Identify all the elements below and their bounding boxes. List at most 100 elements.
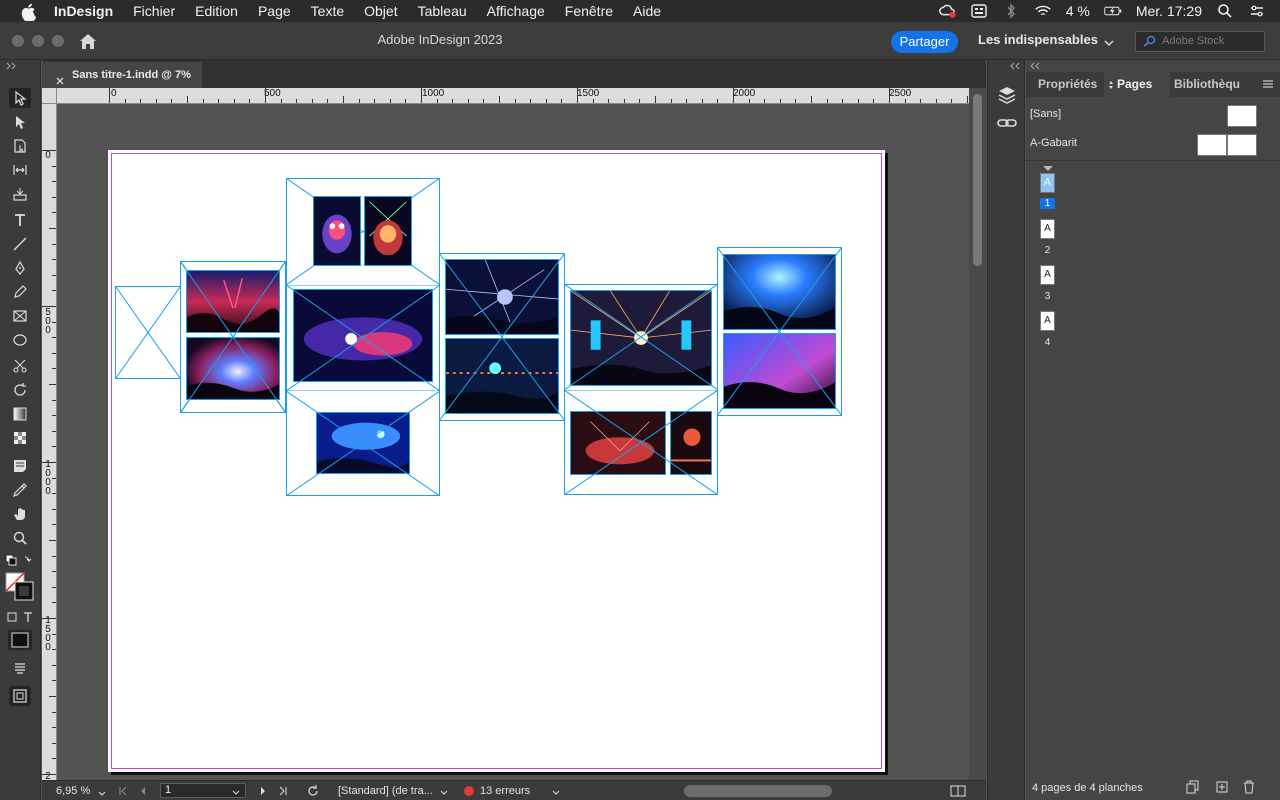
- frame-cross-overlay: [286, 285, 440, 391]
- menu-edition[interactable]: Edition: [195, 3, 238, 19]
- master-none[interactable]: [Sans]: [1026, 102, 1280, 128]
- split-window-icon[interactable]: [950, 785, 966, 797]
- normal-view-mode[interactable]: [9, 686, 31, 706]
- menu-objet[interactable]: Objet: [364, 3, 397, 19]
- vertical-scrollbar-thumb[interactable]: [973, 94, 982, 266]
- document-tab-bar: Sans titre-1.indd @ 7%: [42, 60, 986, 88]
- page-tool[interactable]: [9, 136, 31, 156]
- error-count[interactable]: 13 erreurs: [480, 785, 530, 797]
- fill-stroke-swatch[interactable]: [5, 572, 35, 602]
- menu-tableau[interactable]: Tableau: [418, 3, 467, 19]
- ruler-tick: [311, 99, 313, 103]
- pencil-tool[interactable]: [9, 282, 31, 302]
- adobe-stock-search-input[interactable]: Adobe Stock: [1135, 31, 1265, 52]
- tab-pages[interactable]: Pages: [1104, 72, 1170, 97]
- trash-icon[interactable]: [1242, 780, 1256, 794]
- menu-app-name[interactable]: InDesign: [54, 3, 113, 19]
- vertical-ruler[interactable]: 0 500 1000 1500 2: [42, 104, 57, 784]
- horizontal-scrollbar-thumb[interactable]: [684, 785, 832, 797]
- free-transform-tool[interactable]: [9, 380, 31, 400]
- note-tool[interactable]: [9, 456, 31, 476]
- menu-texte[interactable]: Texte: [311, 3, 344, 19]
- previous-page-icon[interactable]: [138, 786, 148, 796]
- page-thumbnail-3[interactable]: A: [1040, 265, 1055, 285]
- clock[interactable]: Mer. 17:29: [1136, 3, 1202, 19]
- workspace-switcher[interactable]: Les indispensables: [978, 32, 1098, 47]
- chevron-down-icon[interactable]: [98, 788, 106, 796]
- ruler-origin[interactable]: [42, 88, 57, 104]
- master-a-gabarit[interactable]: A-Gabarit: [1026, 131, 1280, 157]
- zoom-tool[interactable]: [9, 528, 31, 548]
- hand-tool[interactable]: [9, 504, 31, 524]
- empty-graphic-frame[interactable]: [115, 286, 181, 379]
- chevron-down-icon[interactable]: [1104, 36, 1114, 47]
- control-center-icon[interactable]: [1248, 3, 1266, 19]
- eyedropper-tool[interactable]: [9, 480, 31, 500]
- new-page-icon[interactable]: [1215, 780, 1229, 794]
- share-button[interactable]: Partager: [891, 31, 958, 53]
- formatting-affects[interactable]: [5, 610, 35, 624]
- ellipse-tool[interactable]: [9, 330, 31, 350]
- document-page[interactable]: [108, 150, 885, 772]
- apple-icon[interactable]: [20, 3, 38, 21]
- chevron-down-icon[interactable]: [232, 787, 240, 795]
- preflight-refresh-icon[interactable]: [306, 784, 320, 798]
- apply-color[interactable]: [8, 630, 32, 650]
- preflight-profile[interactable]: [Standard] (de tra...: [338, 785, 433, 797]
- pen-tool[interactable]: [9, 258, 31, 278]
- document-tab[interactable]: Sans titre-1.indd @ 7%: [42, 62, 202, 88]
- tab-proprietes[interactable]: Propriétés: [1038, 72, 1104, 97]
- content-collector-tool[interactable]: [9, 184, 31, 204]
- page-size-icon[interactable]: [1186, 780, 1200, 794]
- next-page-icon[interactable]: [258, 786, 268, 796]
- screen-mode[interactable]: [9, 658, 31, 678]
- horizontal-ruler[interactable]: 0 500 1000 1500 2000 2500: [57, 88, 969, 104]
- first-page-icon[interactable]: [118, 786, 128, 796]
- collapse-panel-icon[interactable]: [1010, 62, 1022, 70]
- battery-icon[interactable]: [1104, 3, 1122, 19]
- menu-fichier[interactable]: Fichier: [133, 3, 175, 19]
- menu-aide[interactable]: Aide: [633, 3, 661, 19]
- panel-menu-icon[interactable]: [1262, 79, 1274, 89]
- default-fill-stroke[interactable]: [5, 554, 35, 568]
- concert-photo[interactable]: [313, 196, 361, 266]
- close-icon[interactable]: [55, 70, 65, 85]
- direct-selection-tool[interactable]: [9, 112, 31, 132]
- ruler-tick: [52, 555, 56, 557]
- rectangle-frame-tool[interactable]: [9, 306, 31, 326]
- gradient-tool[interactable]: [9, 404, 31, 424]
- type-tool[interactable]: [9, 210, 31, 230]
- tab-bibliotheques[interactable]: Bibliothèqu: [1174, 72, 1250, 97]
- ruler-tick: [52, 321, 56, 323]
- links-panel-button[interactable]: [996, 112, 1018, 134]
- concert-photo[interactable]: [364, 196, 412, 266]
- document-canvas[interactable]: [57, 104, 969, 780]
- chevron-down-icon[interactable]: [440, 787, 450, 797]
- gradient-feather-tool[interactable]: [9, 428, 31, 448]
- page-thumbnail-4[interactable]: A: [1040, 311, 1055, 331]
- wifi-icon[interactable]: [1034, 3, 1052, 19]
- master-thumbnail-right[interactable]: [1227, 134, 1257, 156]
- bluetooth-icon[interactable]: [1002, 3, 1020, 19]
- menu-affichage[interactable]: Affichage: [487, 3, 545, 19]
- master-thumbnail[interactable]: [1227, 105, 1257, 127]
- line-tool[interactable]: [9, 234, 31, 254]
- page-thumbnail-1[interactable]: A: [1040, 173, 1055, 193]
- scissors-tool[interactable]: [9, 356, 31, 376]
- gap-tool[interactable]: [9, 160, 31, 180]
- keyboard-input-icon[interactable]: [970, 3, 988, 19]
- selection-tool[interactable]: [9, 88, 31, 108]
- collapse-panel-icon[interactable]: [6, 62, 18, 70]
- expand-panel-icon[interactable]: [1030, 62, 1042, 70]
- menu-fenetre[interactable]: Fenêtre: [565, 3, 613, 19]
- zoom-level[interactable]: 6,95 %: [56, 785, 90, 797]
- master-thumbnail-left[interactable]: [1197, 134, 1227, 156]
- last-page-icon[interactable]: [278, 786, 288, 796]
- page-thumbnail-2[interactable]: A: [1040, 219, 1055, 239]
- creative-cloud-icon[interactable]: [938, 3, 956, 19]
- spotlight-search-icon[interactable]: [1216, 3, 1234, 19]
- menu-page[interactable]: Page: [258, 3, 291, 19]
- vertical-scrollbar[interactable]: [969, 88, 986, 780]
- chevron-down-icon[interactable]: [552, 787, 562, 797]
- layers-panel-button[interactable]: [996, 84, 1018, 106]
